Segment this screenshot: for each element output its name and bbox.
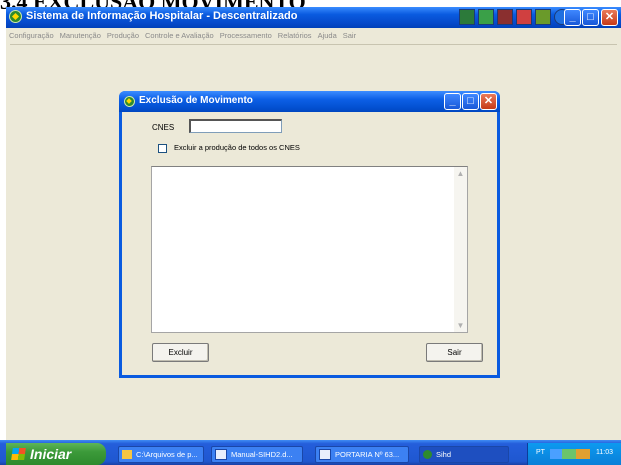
excluir-todos-checkbox[interactable]: [158, 144, 167, 153]
windows-flag-icon: [11, 448, 26, 460]
language-indicator[interactable]: PT: [536, 449, 545, 456]
dialog-maximize-button[interactable]: □: [462, 93, 479, 110]
taskbar: Iniciar C:\Arquivos de p... Manual-SIHD2…: [0, 440, 621, 465]
taskbar-item-label: PORTARIA Nº 63...: [335, 450, 400, 459]
menu-configuracao[interactable]: Configuração: [6, 28, 57, 44]
taskbar-item-label: C:\Arquivos de p...: [136, 450, 198, 459]
menu-manutencao[interactable]: Manutenção: [57, 28, 104, 44]
dialog-close-button[interactable]: ✕: [480, 93, 497, 110]
app-icon-3[interactable]: [497, 9, 513, 25]
app-icon: [9, 10, 22, 23]
dialog-title-bar[interactable]: Exclusão de Movimento _ □ ✕: [119, 91, 500, 112]
excluir-button[interactable]: Excluir: [152, 343, 209, 362]
taskbar-item-folder[interactable]: C:\Arquivos de p...: [118, 446, 204, 463]
dialog-title: Exclusão de Movimento: [139, 95, 253, 106]
menu-relatorios[interactable]: Relatórios: [275, 28, 315, 44]
minimize-button[interactable]: _: [564, 9, 581, 26]
system-tray: PT 11:03: [527, 443, 621, 465]
menu-sair[interactable]: Sair: [340, 28, 359, 44]
menu-processamento[interactable]: Processamento: [217, 28, 275, 44]
dialog-body: CNES Excluir a produção de todos os CNES…: [122, 112, 497, 375]
result-textarea[interactable]: ▲ ▼: [151, 166, 468, 333]
word-icon: [319, 449, 331, 460]
menu-bar: Configuração Manutenção Produção Control…: [6, 28, 621, 44]
taskbar-item-portaria[interactable]: PORTARIA Nº 63...: [315, 446, 409, 463]
main-window-title: Sistema de Informação Hospitalar - Desce…: [26, 10, 298, 22]
close-button[interactable]: ✕: [601, 9, 618, 26]
scroll-down-icon[interactable]: ▼: [454, 319, 467, 332]
start-button[interactable]: Iniciar: [6, 443, 106, 465]
word-icon: [215, 449, 227, 460]
taskbar-item-label: Manual-SIHD2.d...: [231, 450, 293, 459]
menu-ajuda[interactable]: Ajuda: [315, 28, 340, 44]
app-icon-1[interactable]: [459, 9, 475, 25]
taskbar-item-manual[interactable]: Manual-SIHD2.d...: [211, 446, 303, 463]
dialog-minimize-button[interactable]: _: [444, 93, 461, 110]
clock[interactable]: 11:03: [596, 449, 613, 456]
tray-icons[interactable]: [550, 449, 590, 459]
app-icon-5[interactable]: [535, 9, 551, 25]
sair-button[interactable]: Sair: [426, 343, 483, 362]
menu-producao[interactable]: Produção: [104, 28, 142, 44]
start-label: Iniciar: [30, 446, 72, 462]
cnes-input[interactable]: [189, 119, 282, 133]
app-icon-4[interactable]: [516, 9, 532, 25]
sihd-icon: [423, 450, 432, 459]
taskbar-item-sihd[interactable]: Sihd: [419, 446, 509, 463]
app-icon-2[interactable]: [478, 9, 494, 25]
main-title-bar[interactable]: Sistema de Informação Hospitalar - Desce…: [6, 7, 621, 28]
excluir-todos-label[interactable]: Excluir a produção de todos os CNES: [174, 143, 300, 152]
vertical-scrollbar[interactable]: ▲ ▼: [454, 167, 467, 332]
dialog-app-icon: [124, 96, 135, 107]
maximize-button[interactable]: □: [582, 9, 599, 26]
exclusao-dialog: Exclusão de Movimento _ □ ✕ CNES Excluir…: [119, 91, 500, 378]
cnes-label: CNES: [152, 123, 175, 132]
titlebar-app-icons: [459, 9, 570, 25]
scroll-up-icon[interactable]: ▲: [454, 167, 467, 180]
taskbar-item-label: Sihd: [436, 450, 452, 459]
menu-controle-avaliacao[interactable]: Controle e Avaliação: [142, 28, 217, 44]
folder-icon: [122, 450, 132, 459]
